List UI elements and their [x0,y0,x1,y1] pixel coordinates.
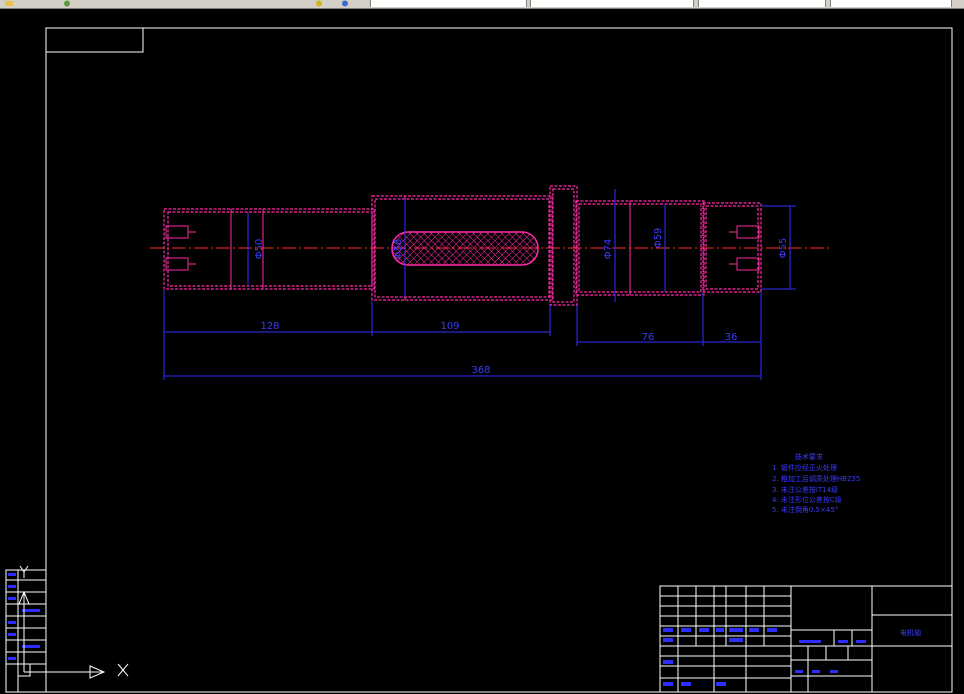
undo-icon[interactable] [340,0,350,7]
notes-title: 技术要求 [795,452,823,461]
corner-box [45,27,144,53]
title-block-part-name: 电机轴 [900,628,921,637]
dim-368: 368 [471,365,490,376]
dim-dia-key: Φ56 [393,239,404,260]
left-side-block [5,569,47,693]
notes-item-3: 3. 未注公差按IT14级 [772,485,838,494]
lineweight-dropdown[interactable] [830,0,952,7]
title-block [659,585,953,693]
dim-dia-right2: Φ55 [778,238,789,259]
color-dropdown[interactable] [530,0,694,7]
keyway [391,231,539,266]
open-icon[interactable] [4,0,14,7]
ucs-icon [17,565,129,679]
dim-36: 36 [725,332,738,343]
drawing-canvas[interactable]: 128 109 76 36 368 Φ50 Φ56 Φ74 Φ59 Φ55 技术… [0,8,964,694]
dim-76: 76 [642,332,655,343]
dim-128: 128 [260,321,279,332]
layer-icon[interactable] [314,0,324,7]
dim-dia-right1: Φ59 [653,228,664,249]
layer-dropdown[interactable] [370,0,527,7]
dim-dia-left: Φ50 [254,239,265,260]
notes-item-4: 4. 未注形位公差按C级 [772,495,842,504]
linetype-dropdown[interactable] [698,0,826,7]
notes-item-2: 2. 粗加工后调质处理HB235 [772,474,860,483]
notes-item-1: 1. 锻件应经正火处理 [772,463,837,472]
refresh-icon[interactable] [62,0,72,7]
technical-notes: 技术要求 1. 锻件应经正火处理 2. 粗加工后调质处理HB235 3. 未注公… [772,452,860,514]
dim-109: 109 [440,321,459,332]
sheet-border [45,27,953,693]
notes-item-5: 5. 未注倒角0.5×45° [772,505,838,514]
dim-dia-shoulder: Φ74 [603,239,614,260]
